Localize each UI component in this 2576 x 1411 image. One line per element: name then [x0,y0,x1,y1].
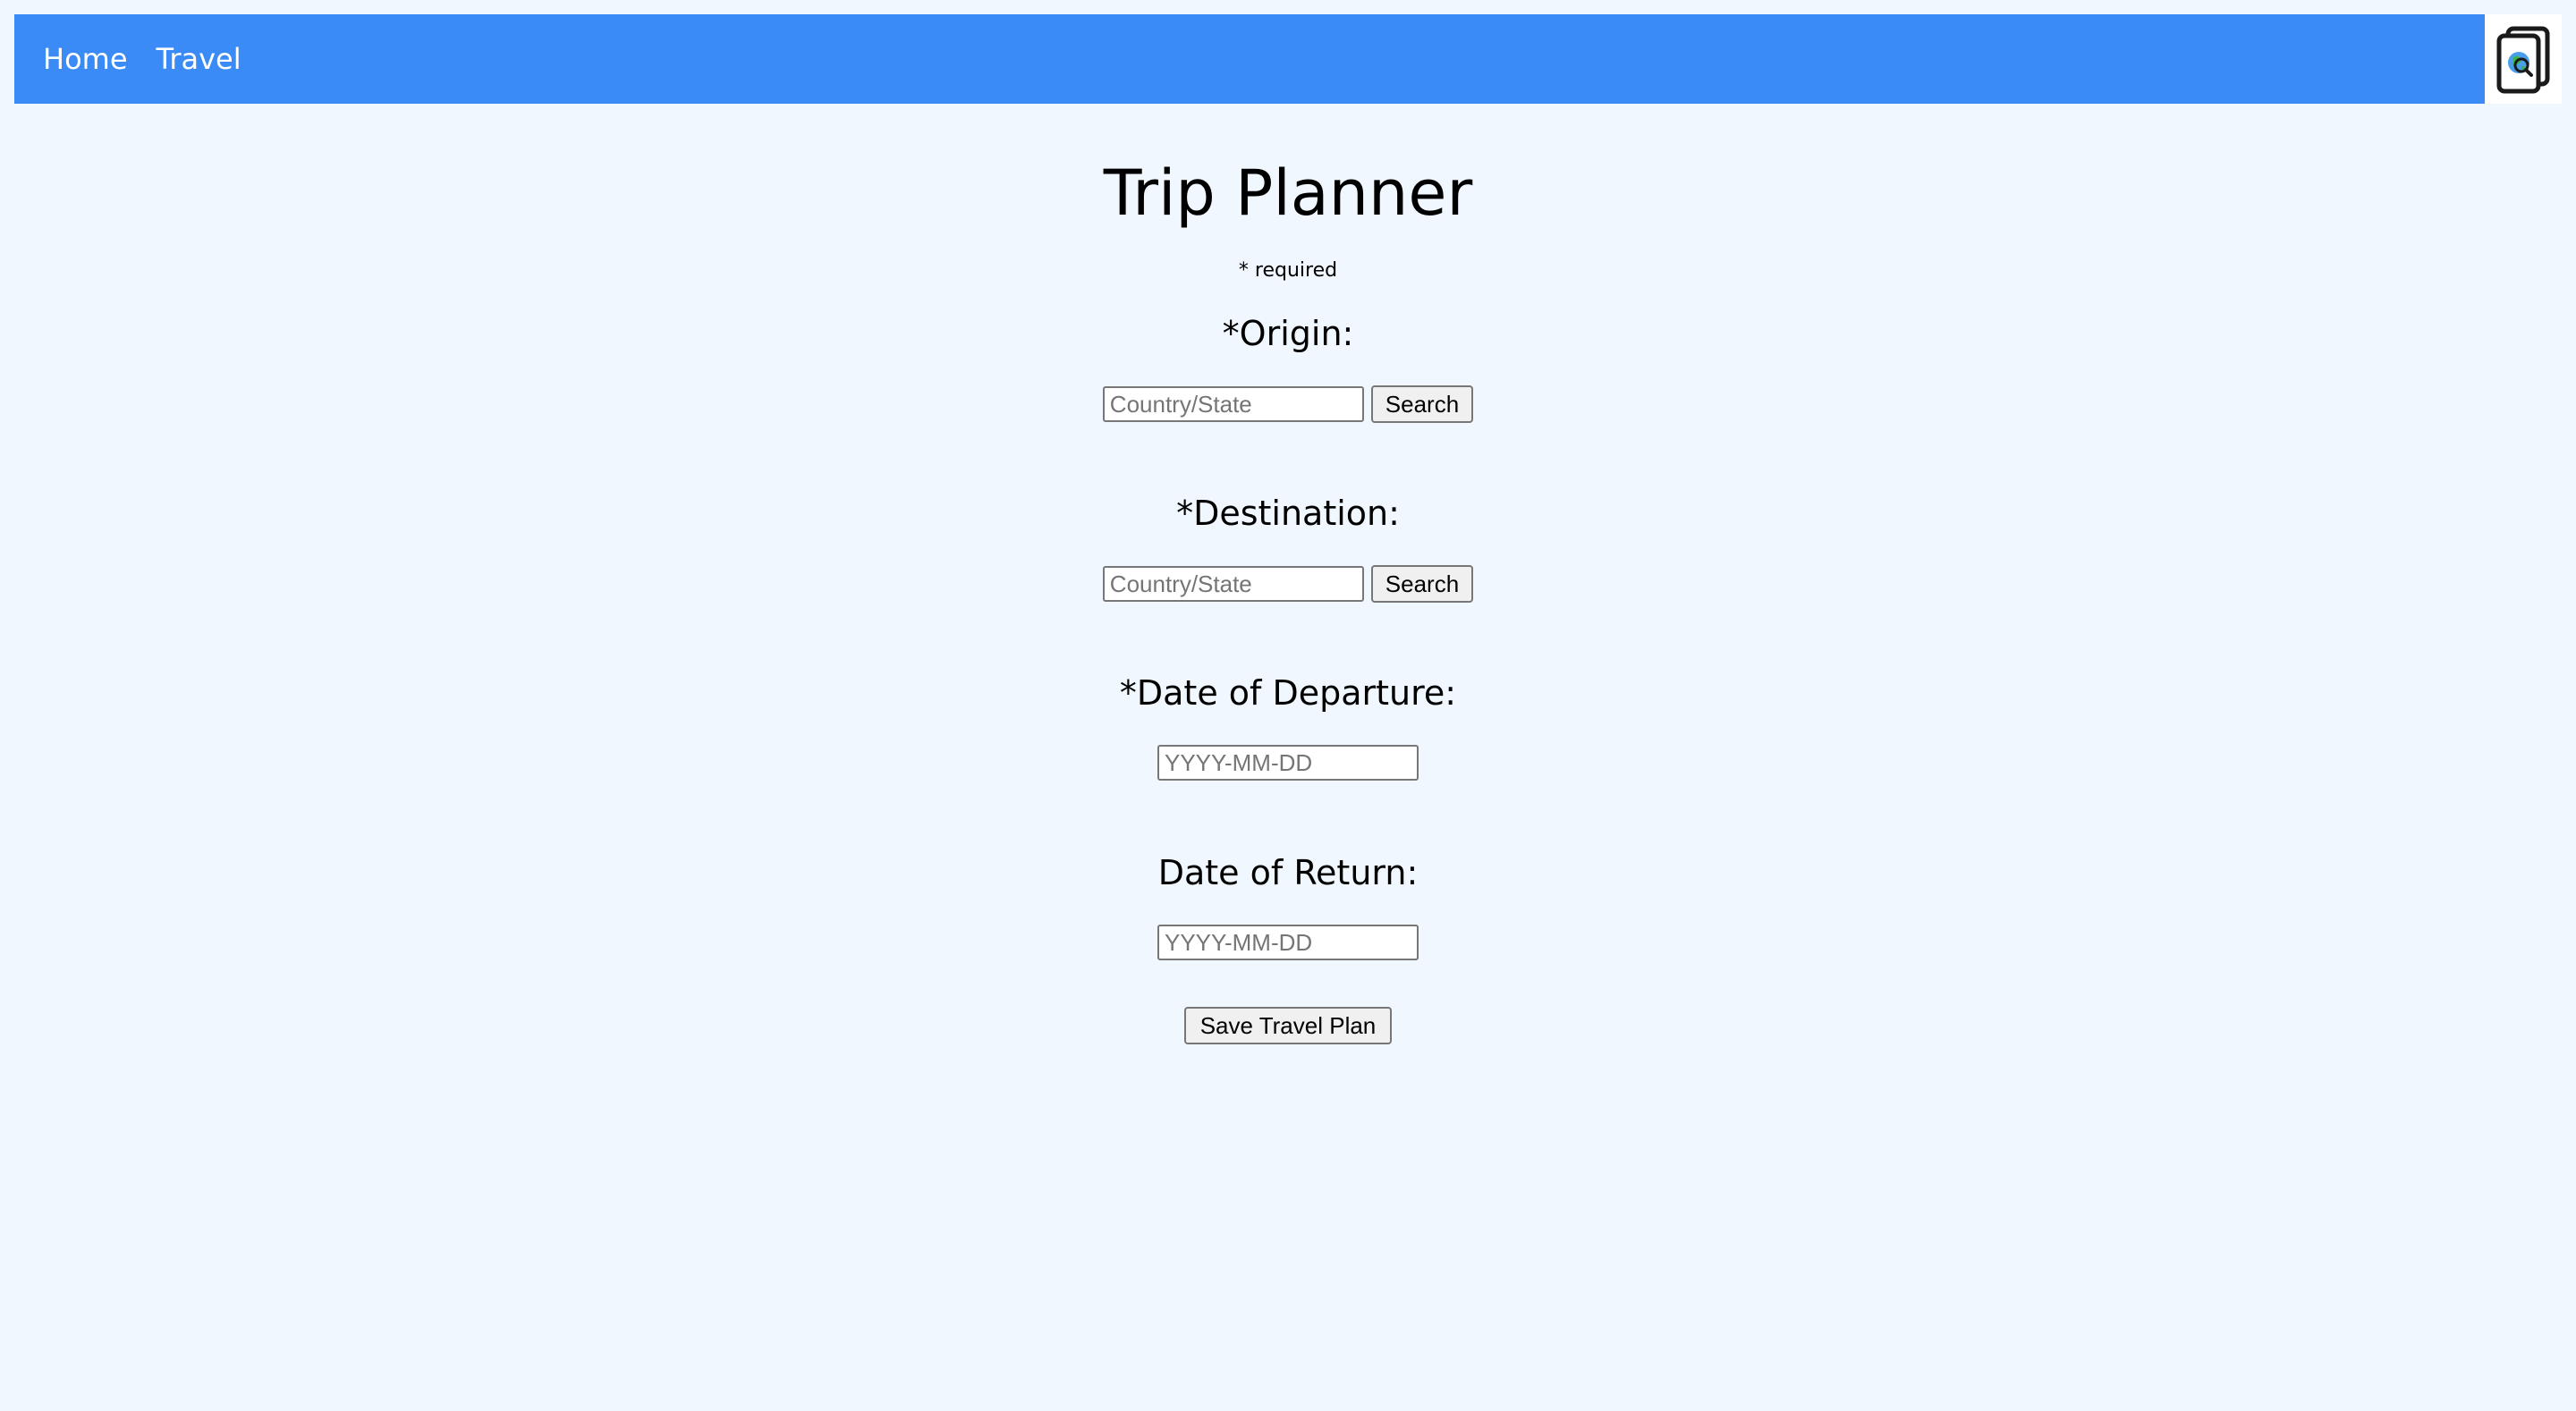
return-row [0,925,2576,960]
destination-section: *Destination: Search [0,491,2576,603]
departure-section: *Date of Departure: [0,671,2576,781]
top-navbar: Home Travel [14,14,2485,104]
origin-search-button[interactable]: Search [1370,385,1474,423]
destination-row: Search [0,565,2576,603]
origin-row: Search [0,385,2576,423]
departure-date-input[interactable] [1157,745,1419,781]
destination-input[interactable] [1102,566,1364,602]
departure-label: *Date of Departure: [1119,673,1457,713]
destination-search-button[interactable]: Search [1370,565,1474,603]
origin-label: *Origin: [1222,314,1354,353]
required-note: * required [1238,259,1338,282]
return-section: Date of Return: [0,850,2576,960]
departure-row [0,745,2576,781]
destination-label: *Destination: [1176,494,1400,533]
origin-input[interactable] [1102,386,1364,422]
page-title: Trip Planner [1103,156,1473,230]
save-travel-plan-button[interactable]: Save Travel Plan [1183,1007,1393,1044]
logo[interactable] [2485,14,2562,104]
nav-home-link[interactable]: Home [43,42,128,76]
return-date-input[interactable] [1157,925,1419,960]
travel-documents-globe-icon [2496,26,2550,94]
origin-section: *Origin: Search [0,311,2576,423]
nav-travel-link[interactable]: Travel [157,42,242,76]
return-label: Date of Return: [1157,853,1419,892]
save-section: Save Travel Plan [0,1007,2576,1044]
